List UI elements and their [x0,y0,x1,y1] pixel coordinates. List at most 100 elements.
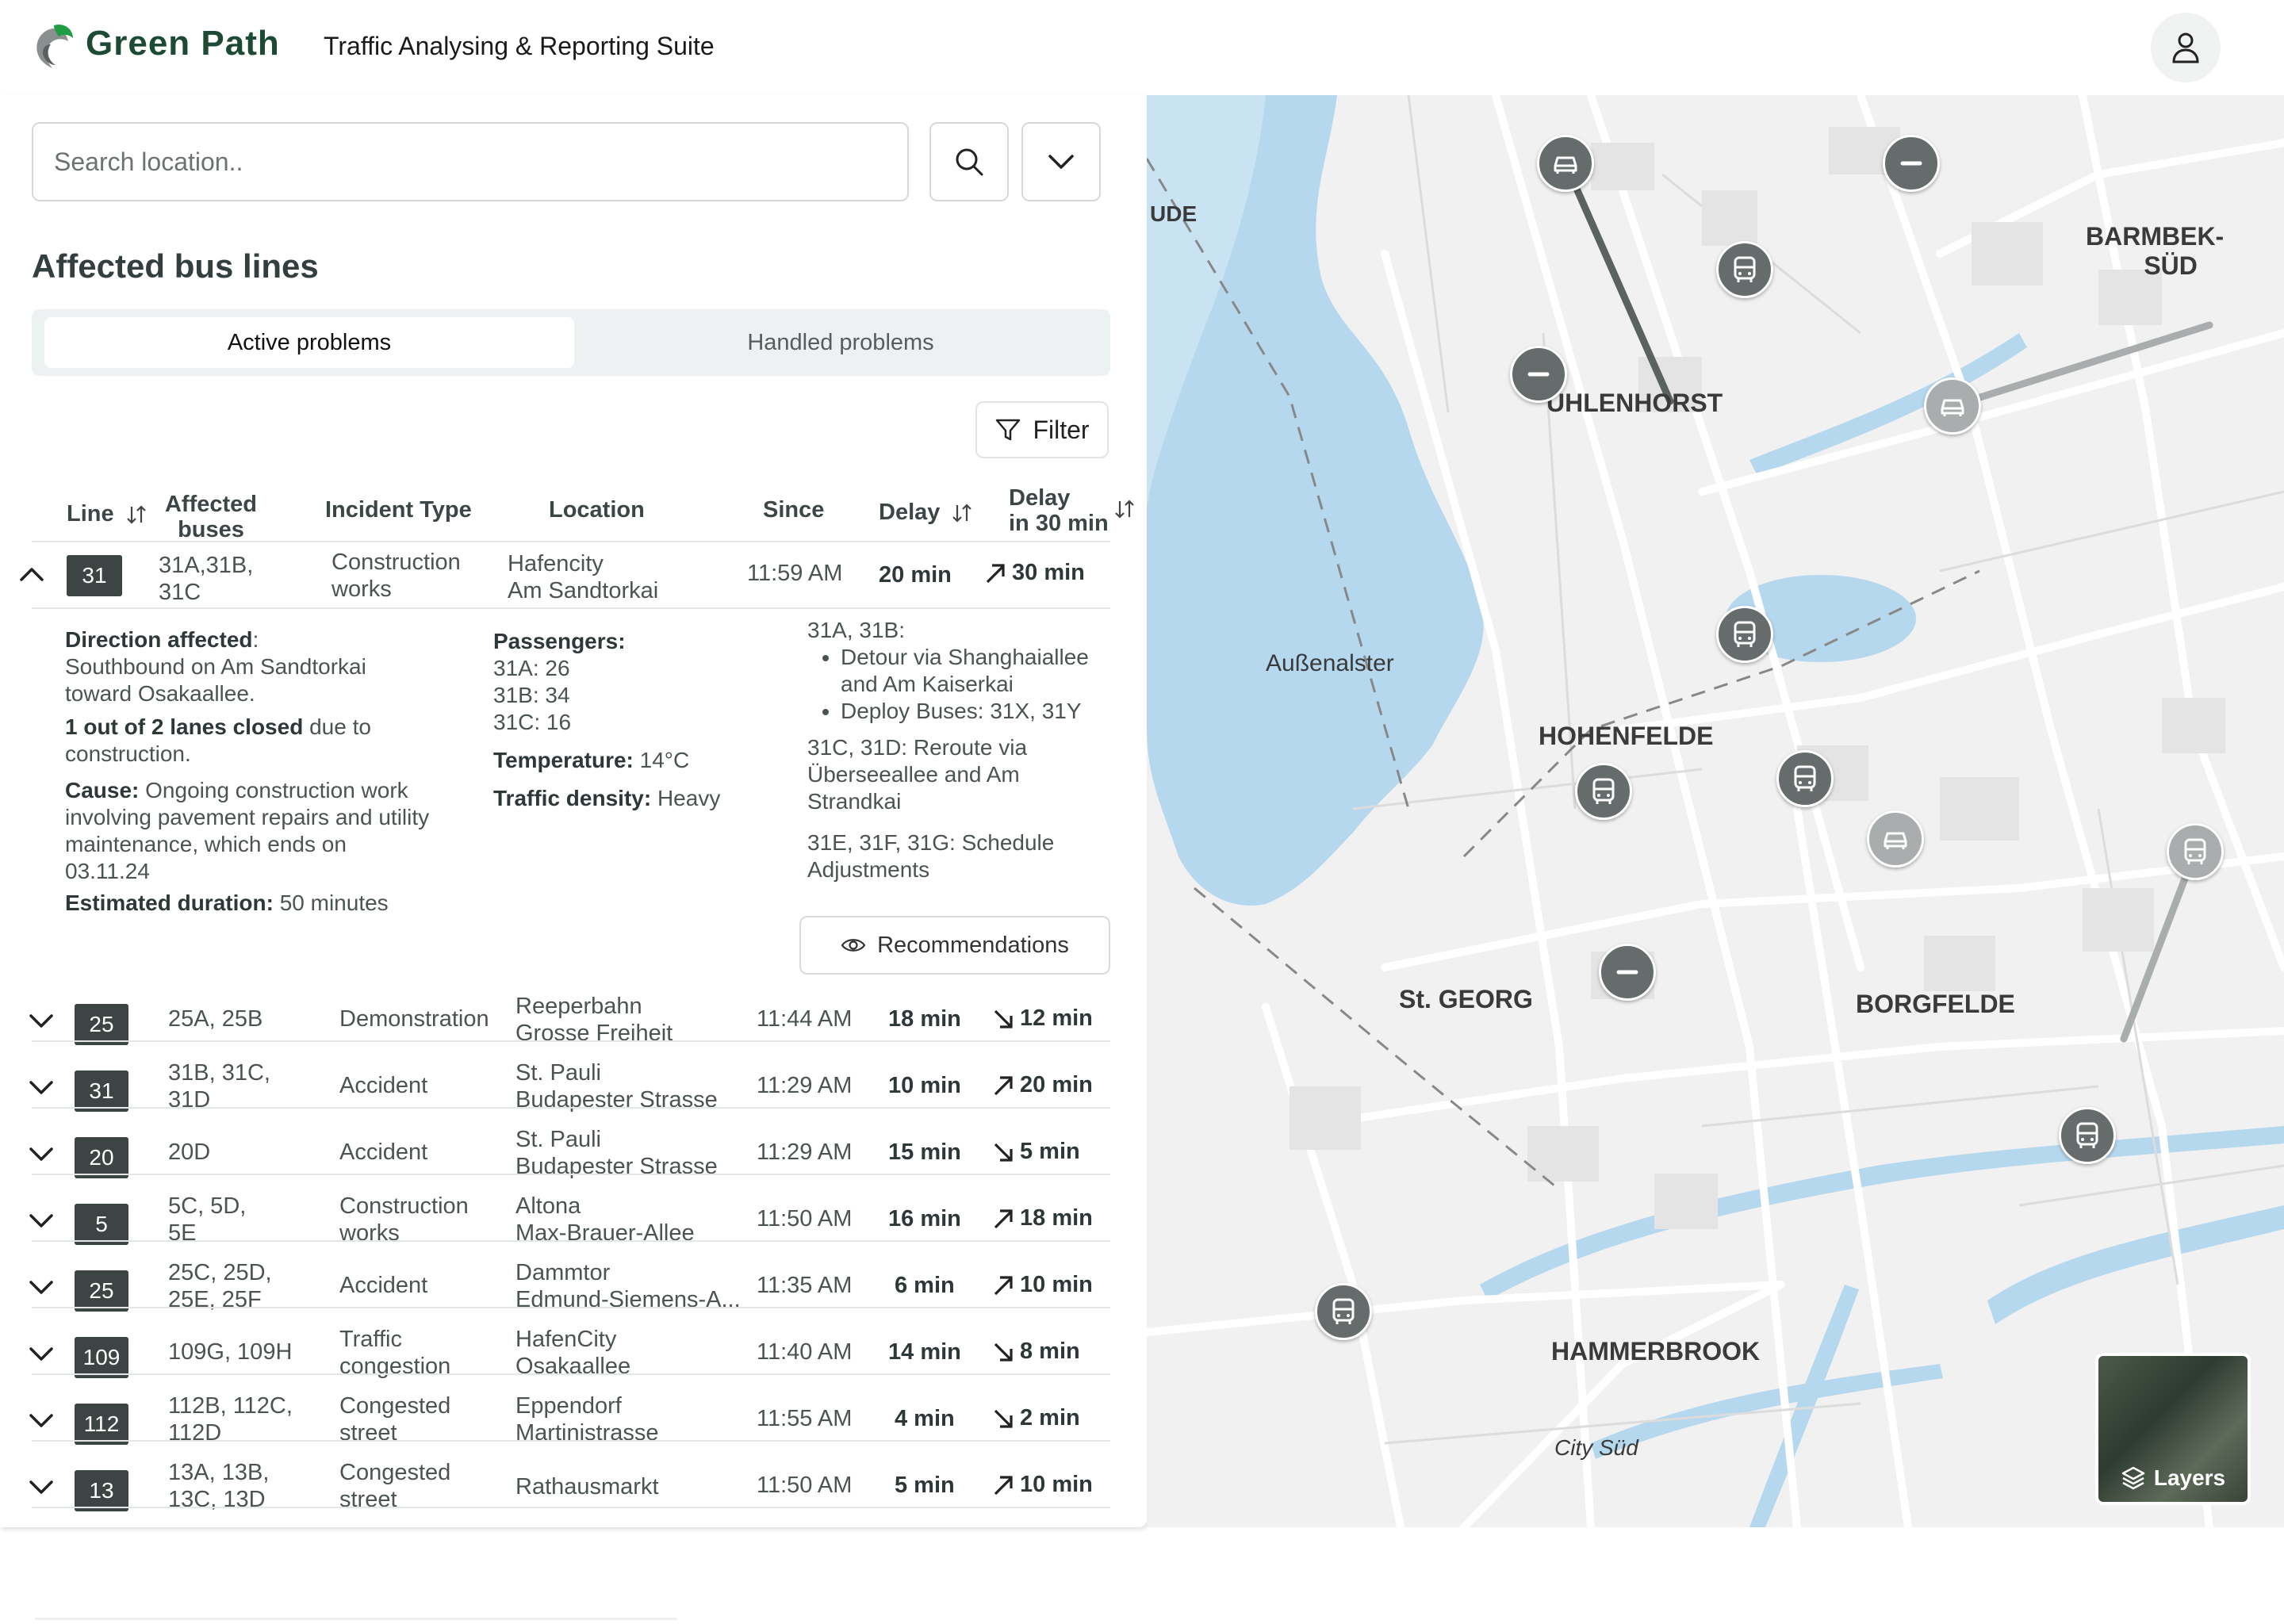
chevron-up-icon [20,568,44,581]
delay-cell: 14 min [888,1339,961,1365]
temperature-value: 14°C [633,748,690,772]
location-line1: St. Pauli [515,1060,601,1086]
trend-down-icon [994,1409,1013,1428]
app-subtitle: Traffic Analysing & Reporting Suite [324,32,715,60]
map-label-borgfelde: BORGFELDE [1856,990,2015,1018]
since-cell: 11:50 AM [757,1473,853,1498]
expand-row-button[interactable] [25,1139,57,1170]
column-header-delay30-line1: Delay [1009,485,1071,511]
car-icon [1880,824,1910,854]
delay-30-value: 18 min [1020,1205,1093,1231]
road-closure-marker[interactable] [1510,346,1567,403]
expand-row-button[interactable] [25,1405,57,1437]
expand-row-button[interactable] [25,1339,57,1370]
bottom-divider [35,1618,677,1620]
map-label-barmbek-line2: SÜD [2144,251,2198,280]
column-header-delay-30[interactable]: Delay in 30 min [1009,485,1134,536]
delay-cell: 16 min [888,1206,961,1231]
bus-icon [1730,619,1760,649]
map-label-uhlenhorst: UHLENHORST [1546,389,1723,417]
location-line2: Budapester Strasse [515,1087,718,1113]
temperature: Temperature: 14°C [493,747,763,774]
expand-row-button[interactable] [25,1272,57,1304]
map-view[interactable]: BARMBEK- SÜD UHLENHORST Außenalster HOHE… [1147,95,2284,1527]
affected-buses-cell: 5C, 5D, 5E [168,1193,246,1247]
since-cell: 11:29 AM [757,1139,853,1165]
row-divider [32,1507,1110,1508]
layers-label: Layers [2153,1465,2226,1490]
incident-type-cell: Accident [339,1139,427,1166]
location-cell: Dammtor Edmund-Siemens-A... [515,1259,741,1313]
chevron-down-icon [29,1414,53,1427]
row-divider [32,607,1110,609]
column-header-delay[interactable]: Delay [879,500,975,525]
filter-button[interactable]: Filter [975,401,1109,458]
expand-row-button[interactable] [25,1072,57,1104]
incident-type-line1: Construction [331,550,461,575]
chevron-down-icon [29,1347,53,1361]
row-divider [32,1440,1110,1442]
problem-tabs: Active problems Handled problems [32,309,1110,376]
bus-icon [1730,255,1760,285]
column-header-incident-type: Incident Type [325,497,472,523]
road-closure-marker[interactable] [1883,135,1940,192]
delay-cell: 6 min [895,1273,955,1298]
bus-marker[interactable] [2059,1107,2116,1164]
collapse-row-button[interactable] [16,558,48,590]
car-marker[interactable] [1924,377,1981,435]
incident-details: Direction affected: Southbound on Am Sand… [65,626,430,917]
duration-label: Estimated duration: [65,891,274,915]
search-location-input[interactable] [32,122,909,201]
road-closure-marker[interactable] [1599,944,1656,1001]
bus-marker[interactable] [1716,241,1773,298]
search-options-dropdown[interactable] [1021,122,1101,201]
row-divider [32,1307,1110,1308]
incident-type-line2: works [339,1220,400,1246]
car-marker[interactable] [1867,810,1924,868]
cause: Cause: Ongoing construction work involvi… [65,777,430,885]
line-badge: 13 [75,1470,128,1511]
layers-icon [2121,1466,2145,1490]
passengers-31a: 31A: 26 [493,656,570,680]
column-header-line[interactable]: Line [67,501,149,527]
app-header: Green Path Traffic Analysing & Reporting… [0,0,2284,95]
since-cell: 11:50 AM [757,1206,853,1231]
trend-down-icon [994,1143,1013,1162]
delay-cell: 10 min [888,1073,961,1098]
incident-type-line1: Accident [339,1073,428,1098]
delay-cell: 20 min [879,562,952,588]
bus-marker[interactable] [2167,823,2224,880]
row-divider [32,1040,1110,1042]
tab-handled-problems[interactable]: Handled problems [576,317,1106,368]
recommendations-button[interactable]: Recommendations [799,916,1110,975]
delay-30-value: 10 min [1020,1472,1093,1497]
layers-label-wrap: Layers [2098,1465,2248,1491]
layers-button[interactable]: Layers [2095,1353,2251,1505]
expand-row-button[interactable] [25,1205,57,1237]
bus-marker[interactable] [1716,606,1773,663]
incident-type-line1: Construction [339,1193,469,1219]
estimated-duration: Estimated duration: 50 minutes [65,890,430,917]
row-divider [32,1107,1110,1109]
rec-reroute: 31C, 31D: Reroute via Überseeallee and A… [807,735,1028,814]
affected-buses-line1: 109G, 109H [168,1339,293,1365]
affected-buses-line1: 25C, 25D, [168,1260,272,1285]
bus-marker[interactable] [1575,763,1632,820]
tab-active-problems[interactable]: Active problems [44,317,574,368]
bus-marker[interactable] [1315,1283,1372,1340]
lanes-closed: 1 out of 2 lanes closed due to construct… [65,714,430,768]
location-line1: Dammtor [515,1260,611,1285]
user-account-button[interactable] [2151,13,2221,82]
car-icon [1937,391,1968,421]
expand-row-button[interactable] [25,1472,57,1503]
car-marker[interactable] [1537,135,1594,192]
map-label-ude: UDE [1150,201,1198,226]
affected-buses-cell: 31A,31B, 31C [159,552,253,606]
expand-row-button[interactable] [25,1005,57,1037]
chevron-down-icon [29,1014,53,1028]
bus-marker[interactable] [1776,750,1834,807]
search-button[interactable] [929,122,1009,201]
incident-type-cell: Accident [339,1072,427,1099]
map-label-hohenfelde: HOHENFELDE [1539,722,1714,750]
location-cell: Hafencity Am Sandtorkai [508,550,658,604]
